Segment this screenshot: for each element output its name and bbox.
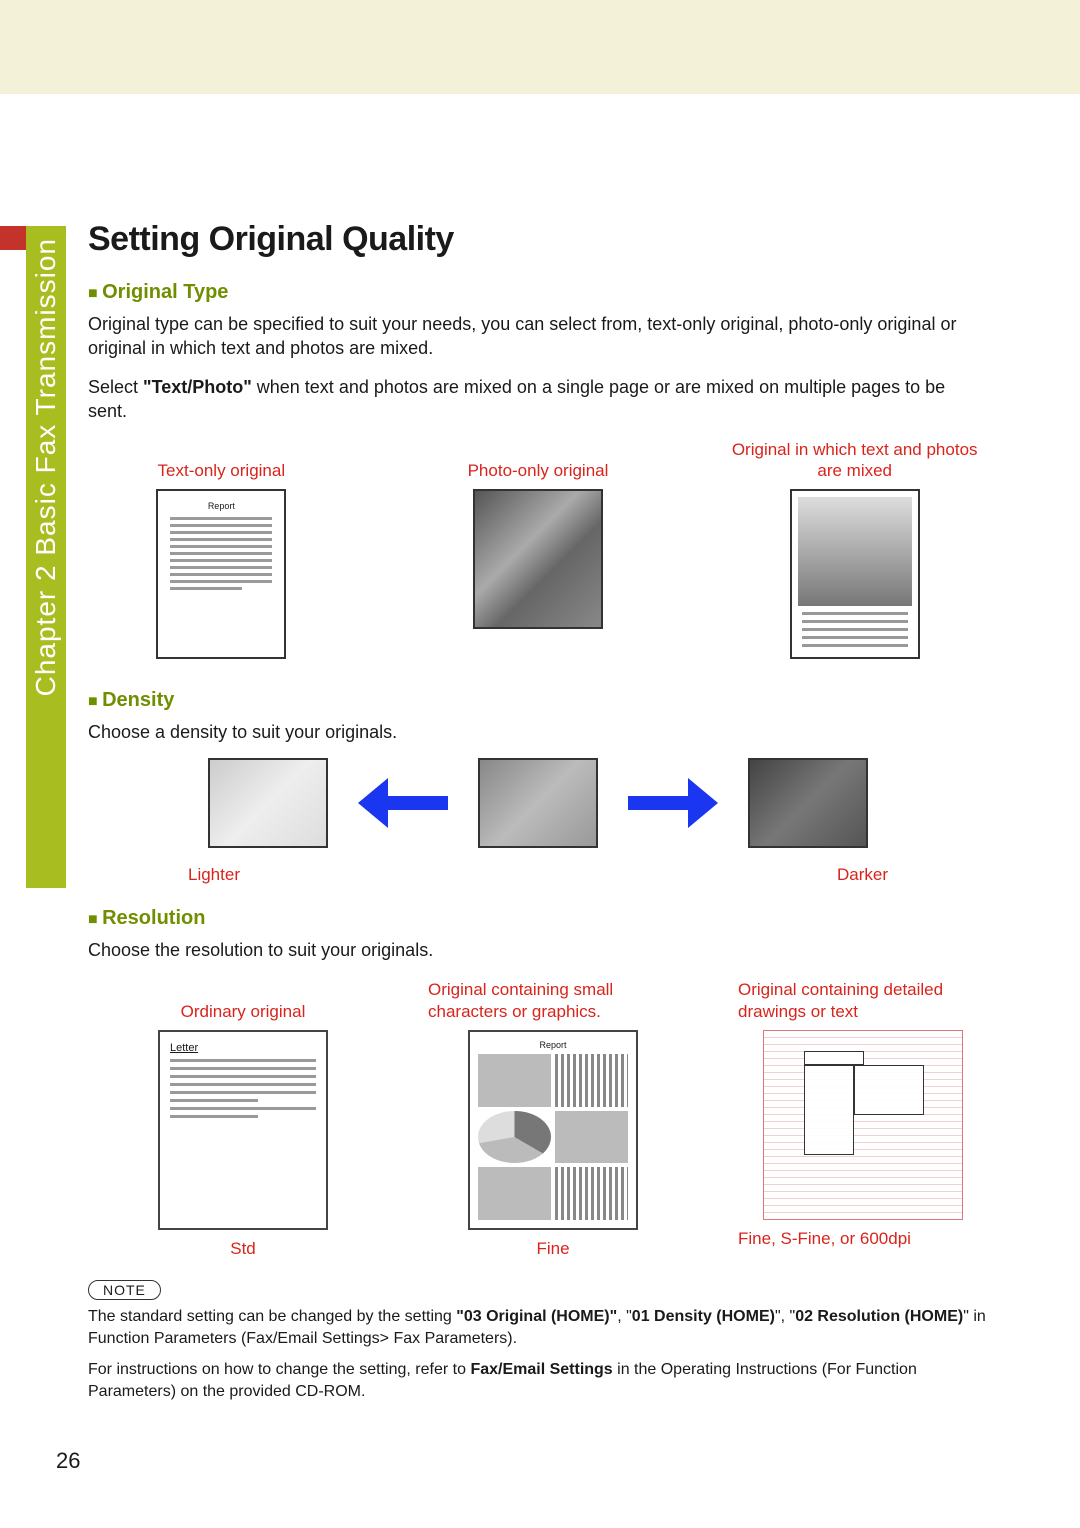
density-paragraph: Choose a density to suit your originals.: [88, 720, 988, 744]
note-badge: NOTE: [88, 1280, 161, 1300]
res-col-fine: Original containing small characters or …: [428, 976, 678, 1260]
arrow-left-icon: [358, 778, 448, 828]
content-area: Setting Original Quality Original Type O…: [88, 220, 988, 1412]
thumb-text-only: Report: [156, 489, 286, 659]
res-col-sfine: Original containing detailed drawings or…: [738, 976, 988, 1260]
resolution-row: Ordinary original Letter Std Original co…: [118, 976, 988, 1260]
res-col-std: Ordinary original Letter Std: [118, 976, 368, 1260]
thumb-mixed: [790, 489, 920, 659]
caption-text-only: Text-only original: [88, 437, 355, 481]
density-labels: Lighter Darker: [178, 856, 898, 886]
chapter-side-tab: Chapter 2 Basic Fax Transmission: [26, 226, 66, 888]
thumb-sfine: [763, 1030, 963, 1220]
page-number: 26: [56, 1448, 80, 1474]
density-row: [88, 758, 988, 848]
label-std: Std: [118, 1238, 368, 1260]
note-line-2: For instructions on how to change the se…: [88, 1359, 988, 1402]
thumb-fine: Report: [468, 1030, 638, 1230]
type-paragraph-2: Select "Text/Photo" when text and photos…: [88, 375, 988, 424]
density-sample-dark: [748, 758, 868, 848]
label-lighter: Lighter: [188, 864, 240, 886]
original-type-row: Text-only original Report Photo-only ori…: [88, 437, 988, 659]
heading-resolution: Resolution: [88, 907, 988, 930]
type-col-photo: Photo-only original: [405, 437, 672, 659]
page: Chapter 2 Basic Fax Transmission Setting…: [0, 94, 1080, 1528]
caption-detailed: Original containing detailed drawings or…: [738, 976, 988, 1022]
density-sample-light: [208, 758, 328, 848]
heading-original-type: Original Type: [88, 281, 988, 304]
report-label: Report: [478, 1040, 628, 1050]
note-block: NOTE The standard setting can be changed…: [88, 1280, 988, 1402]
caption-photo-only: Photo-only original: [405, 437, 672, 481]
letter-label: Letter: [170, 1042, 316, 1054]
caption-mixed: Original in which text and photos are mi…: [721, 437, 988, 481]
caption-ordinary: Ordinary original: [118, 976, 368, 1022]
type-col-text: Text-only original Report: [88, 437, 355, 659]
thumb-std: Letter: [158, 1030, 328, 1230]
resolution-paragraph: Choose the resolution to suit your origi…: [88, 938, 988, 962]
label-fine: Fine: [428, 1238, 678, 1260]
label-darker: Darker: [837, 864, 888, 886]
label-sfine: Fine, S-Fine, or 600dpi: [738, 1228, 988, 1250]
note-line-1: The standard setting can be changed by t…: [88, 1306, 988, 1349]
density-sample-normal: [478, 758, 598, 848]
thumb-photo-only: [473, 489, 603, 629]
caption-small-chars: Original containing small characters or …: [428, 976, 678, 1022]
chapter-label: Chapter 2 Basic Fax Transmission: [30, 238, 62, 696]
type-paragraph-1: Original type can be specified to suit y…: [88, 312, 988, 361]
type-col-mixed: Original in which text and photos are mi…: [721, 437, 988, 659]
page-title: Setting Original Quality: [88, 220, 988, 259]
thumb-title: Report: [170, 501, 272, 511]
arrow-right-icon: [628, 778, 718, 828]
heading-density: Density: [88, 689, 988, 712]
